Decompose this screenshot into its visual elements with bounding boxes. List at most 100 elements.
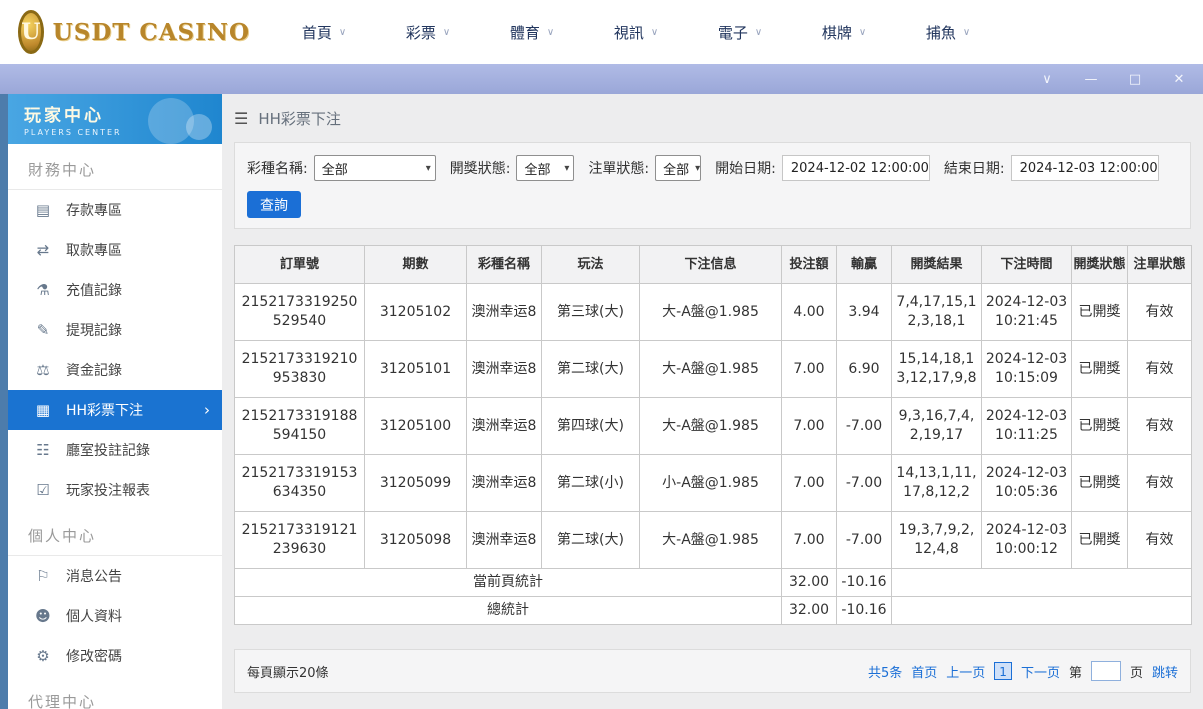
next-page-link[interactable]: 下一页 — [1021, 662, 1060, 681]
window-close-icon[interactable]: ✕ — [1171, 73, 1187, 86]
cell-order-id: 2152173319153634350 — [234, 454, 365, 512]
cell-lottery: 澳洲幸运8 — [466, 511, 542, 569]
col-header-result: 開獎結果 — [891, 245, 982, 284]
sidebar-item-label: 個人資料 — [66, 609, 122, 625]
jump-link[interactable]: 跳转 — [1152, 662, 1178, 681]
deposit-icon: ▤ — [35, 201, 51, 219]
grand-total-label: 總統計 — [234, 596, 782, 625]
cell-order-id: 2152173319210953830 — [234, 340, 365, 398]
cell-time: 2024-12-03 10:15:09 — [981, 340, 1072, 398]
nav-label: 首頁 — [301, 23, 332, 42]
cell-period: 31205100 — [364, 397, 467, 455]
selected-value: 全部 — [321, 162, 348, 178]
end-date-input[interactable]: 2024-12-03 12:00:00 — [1010, 155, 1159, 181]
sidebar-item-profile[interactable]: ☻ 個人資料 — [8, 596, 222, 636]
prev-page-link[interactable]: 上一页 — [946, 662, 985, 681]
first-page-link[interactable]: 首页 — [911, 662, 937, 681]
cell-draw-status: 已開獎 — [1071, 511, 1128, 569]
chevron-down-icon: ∨ — [442, 26, 451, 38]
sidebar-item-label: 資金記錄 — [66, 363, 122, 379]
filter-actions: 查詢 — [247, 191, 1178, 218]
main-panel: ☰ HH彩票下注 彩種名稱: 全部 ▾ 開獎狀態: 全部 ▾ 注單狀態: 全部 … — [222, 94, 1203, 709]
sidebar-item-label: 充值記錄 — [66, 283, 122, 299]
cell-lottery: 澳洲幸运8 — [466, 397, 542, 455]
sidebar-item-label: HH彩票下注 — [66, 403, 144, 419]
col-header-order-id: 訂單號 — [234, 245, 365, 284]
page-number-input[interactable] — [1090, 661, 1121, 681]
col-header-draw-status: 開獎狀態 — [1071, 245, 1128, 284]
draw-status-select[interactable]: 全部 ▾ — [516, 155, 575, 181]
cell-draw-status: 已開獎 — [1071, 283, 1128, 341]
chevron-down-icon: ∨ — [338, 26, 347, 38]
window-title-bar: ∨ — □ ✕ — [0, 64, 1203, 94]
sidebar-item-change-password[interactable]: ⚙ 修改密碼 — [8, 636, 222, 676]
window-collapse-icon[interactable]: ∨ — [1039, 73, 1055, 86]
logo[interactable]: U USDT CASINO — [18, 10, 250, 54]
col-header-play: 玩法 — [541, 245, 640, 284]
order-status-select[interactable]: 全部 ▾ — [655, 155, 702, 181]
sidebar-item-fund-records[interactable]: ⚖ 資金記錄 — [8, 350, 222, 390]
col-header-bet-info: 下注信息 — [639, 245, 782, 284]
dropdown-arrow-icon: ▾ — [695, 162, 701, 174]
pagination-bar: 每頁顯示20條 共5条 首页 上一页 1 下一页 第 页 跳转 — [234, 649, 1191, 693]
sidebar-item-withdraw[interactable]: ⇄ 取款專區 — [8, 230, 222, 270]
nav-item-sports[interactable]: 體育 ∨ — [480, 22, 584, 43]
nav-item-slots[interactable]: 電子 ∨ — [688, 22, 792, 43]
breadcrumb: ☰ HH彩票下注 — [234, 94, 1191, 142]
current-page-badge[interactable]: 1 — [994, 662, 1012, 680]
main-nav: 首頁 ∨ 彩票 ∨ 體育 ∨ 視訊 ∨ 電子 ∨ 棋牌 ∨ 捕魚 ∨ — [272, 22, 1000, 43]
sidebar-item-withdrawal-records[interactable]: ✎ 提現記錄 — [8, 310, 222, 350]
lottery-list-icon: ▦ — [35, 401, 51, 419]
dropdown-arrow-icon: ▾ — [564, 162, 570, 174]
logo-text: USDT CASINO — [52, 18, 250, 46]
col-header-order-status: 注單狀態 — [1127, 245, 1192, 284]
cell-amount: 7.00 — [781, 454, 837, 512]
sidebar-item-hh-lottery-bets[interactable]: ▦ HH彩票下注 › — [8, 390, 222, 430]
window-maximize-icon[interactable]: □ — [1127, 73, 1143, 86]
nav-item-boardgames[interactable]: 棋牌 ∨ — [792, 22, 896, 43]
nav-label: 電子 — [717, 23, 748, 42]
sidebar-item-label: 提現記錄 — [66, 323, 122, 339]
nav-item-fishing[interactable]: 捕魚 ∨ — [896, 22, 1000, 43]
room-record-icon: ☷ — [36, 441, 50, 459]
nav-item-live[interactable]: 視訊 ∨ — [584, 22, 688, 43]
chevron-right-icon: › — [204, 401, 210, 419]
content-area: 玩家中心 PLAYERS CENTER 財務中心 ▤ 存款專區 ⇄ 取款專區 ⚗… — [0, 94, 1203, 709]
nav-item-home[interactable]: 首頁 ∨ — [272, 22, 376, 43]
section-personal-center: 個人中心 — [8, 510, 222, 556]
sidebar-item-label: 廳室投註記錄 — [66, 443, 150, 459]
nav-label: 棋牌 — [821, 23, 852, 42]
sidebar-item-player-bet-report[interactable]: ☑ 玩家投注報表 — [8, 470, 222, 510]
sidebar-item-recharge-records[interactable]: ⚗ 充值記錄 — [8, 270, 222, 310]
section-finance-center: 財務中心 — [8, 144, 222, 190]
players-center-subtitle: PLAYERS CENTER — [24, 128, 122, 137]
cell-period: 31205099 — [364, 454, 467, 512]
page-total-amount: 32.00 — [781, 568, 837, 597]
sidebar-item-label: 玩家投注報表 — [66, 483, 150, 499]
cell-amount: 7.00 — [781, 511, 837, 569]
fund-record-icon: ⚖ — [36, 361, 50, 379]
sidebar-item-deposit[interactable]: ▤ 存款專區 — [8, 190, 222, 230]
cell-bet-info: 大-A盤@1.985 — [639, 511, 782, 569]
window-minimize-icon[interactable]: — — [1083, 73, 1099, 86]
order-status-label: 注單狀態: — [588, 161, 650, 177]
nav-item-lottery[interactable]: 彩票 ∨ — [376, 22, 480, 43]
bets-table: 訂單號 期數 彩種名稱 玩法 下注信息 投注額 輸贏 開獎結果 下注時間 開獎狀… — [234, 245, 1192, 625]
cell-bet-info: 大-A盤@1.985 — [639, 283, 782, 341]
cell-period: 31205098 — [364, 511, 467, 569]
sidebar-item-announcements[interactable]: ⚐ 消息公告 — [8, 556, 222, 596]
search-button[interactable]: 查詢 — [247, 191, 301, 218]
menu-icon[interactable]: ☰ — [234, 109, 248, 128]
start-date-input[interactable]: 2024-12-02 12:00:00 — [781, 155, 930, 181]
sidebar: 玩家中心 PLAYERS CENTER 財務中心 ▤ 存款專區 ⇄ 取款專區 ⚗… — [8, 94, 222, 709]
cell-amount: 7.00 — [781, 397, 837, 455]
cell-result: 19,3,7,9,2,12,4,8 — [891, 511, 982, 569]
gear-icon: ⚙ — [36, 647, 50, 665]
table-row: 2152173319210953830 31205101 澳洲幸运8 第二球(大… — [234, 340, 1192, 398]
section-agent-center: 代理中心 — [8, 676, 222, 709]
cell-result: 9,3,16,7,4,2,19,17 — [891, 397, 982, 455]
cell-draw-status: 已開獎 — [1071, 397, 1128, 455]
lottery-name-select[interactable]: 全部 ▾ — [313, 155, 436, 181]
page-prefix-label: 第 — [1068, 665, 1082, 681]
sidebar-item-room-bet-records[interactable]: ☷ 廳室投註記錄 — [8, 430, 222, 470]
